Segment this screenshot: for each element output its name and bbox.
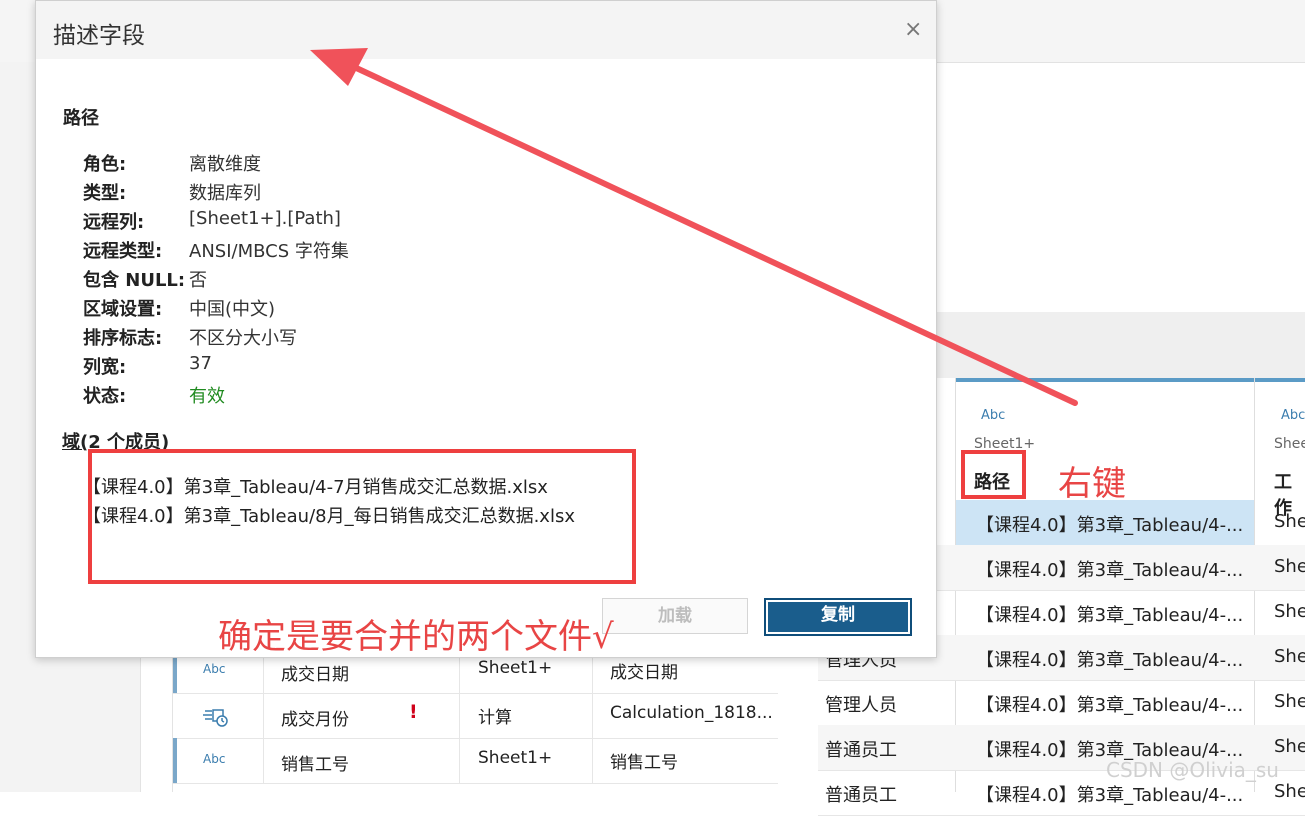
calc-date-icon[interactable] [203,707,231,730]
field-table: Sheet1+ [478,658,553,678]
column-source: Shee [1274,436,1305,452]
prop-value-type: 数据库列 [189,183,261,204]
prop-value-remote-column: [Sheet1+].[Path] [189,208,341,229]
close-icon[interactable]: × [904,17,922,42]
prop-label-sort-flag: 排序标志: [83,328,163,349]
table-row[interactable]: 管理人员 【课程4.0】第3章_Tableau/4-... She [818,680,1305,726]
metadata-row[interactable]: 成交月份 ! 计算 Calculation_1818... [173,693,778,739]
prop-value-contains-null: 否 [189,270,207,291]
prop-label-remote-column: 远程列: [83,212,145,233]
annotation-right-click: 右键 [1058,464,1126,504]
cell[interactable]: She [1274,736,1305,757]
prop-value-locale: 中国(中文) [189,299,276,320]
string-type-icon[interactable]: Abc [203,662,225,676]
prop-value-role: 离散维度 [189,154,261,175]
cell[interactable]: 【课程4.0】第3章_Tableau/4-... [956,680,1254,725]
field-name: 成交月份 [281,710,349,730]
describe-field-dialog: 描述字段 × 路径 角色: 离散维度 类型: 数据库列 远程列: [Sheet1… [35,0,937,658]
string-type-icon[interactable]: Abc [1281,408,1305,423]
highlight-box-header [961,450,1026,499]
copy-button[interactable]: 复制 [764,598,912,636]
row-stripe [173,738,177,783]
dialog-header: 描述字段 × [36,1,936,59]
field-table: Sheet1+ [478,748,553,768]
dialog-title: 描述字段 [53,23,145,49]
field-name-heading: 路径 [63,108,99,129]
metadata-grid: Abc 成交日期 Sheet1+ 成交日期 成交月份 ! 计算 Calculat… [172,648,778,792]
prop-label-width: 列宽: [83,357,127,378]
prop-label-role: 角色: [83,154,127,175]
prop-value-sort-flag: 不区分大小写 [189,328,297,349]
annotation-confirm: 确定是要合并的两个文件√ [218,617,614,657]
metadata-row[interactable]: Abc 销售工号 Sheet1+ 销售工号 [173,738,778,784]
field-remote-name: 销售工号 [610,753,678,773]
field-name: 销售工号 [281,755,349,775]
field-remote-name: 成交日期 [610,663,678,683]
data-grid-toolbar [935,312,1305,379]
cell[interactable]: 【课程4.0】第3章_Tableau/4-... [956,590,1254,635]
highlight-box-domain [88,449,636,584]
cell[interactable]: She [1274,646,1305,667]
cell-selected[interactable]: 【课程4.0】第3章_Tableau/4-... [956,500,1254,545]
cell[interactable]: She [1274,601,1305,622]
cell[interactable]: She [1274,511,1305,532]
load-button[interactable]: 加载 [602,598,748,634]
prop-value-remote-type: ANSI/MBCS 字符集 [189,241,349,262]
cell[interactable]: She [1274,691,1305,712]
prop-label-status: 状态: [83,386,127,407]
prop-value-width: 37 [189,353,212,374]
prop-label-contains-null: 包含 NULL: [83,270,186,291]
cell[interactable]: 【课程4.0】第3章_Tableau/4-... [956,545,1254,590]
prop-label-type: 类型: [83,183,127,204]
cell[interactable]: 普通员工 [825,781,897,807]
warning-icon[interactable]: ! [409,701,418,723]
field-table: 计算 [478,708,512,728]
field-name: 成交日期 [281,665,349,685]
cell[interactable]: 【课程4.0】第3章_Tableau/4-... [956,635,1254,680]
prop-label-locale: 区域设置: [83,299,163,320]
cell[interactable]: 普通员工 [825,736,897,762]
string-type-icon[interactable]: Abc [981,408,1005,423]
cell[interactable]: 管理人员 [825,691,897,717]
cell[interactable]: She [1274,556,1305,577]
field-remote-name: Calculation_1818... [610,703,773,723]
prop-value-status: 有效 [189,386,225,407]
watermark: CSDN @Olivia_su [1106,758,1279,782]
string-type-icon[interactable]: Abc [203,752,225,766]
column-header-worksheet[interactable]: Abc Shee 工作 [1255,378,1305,519]
prop-label-remote-type: 远程类型: [83,241,163,262]
